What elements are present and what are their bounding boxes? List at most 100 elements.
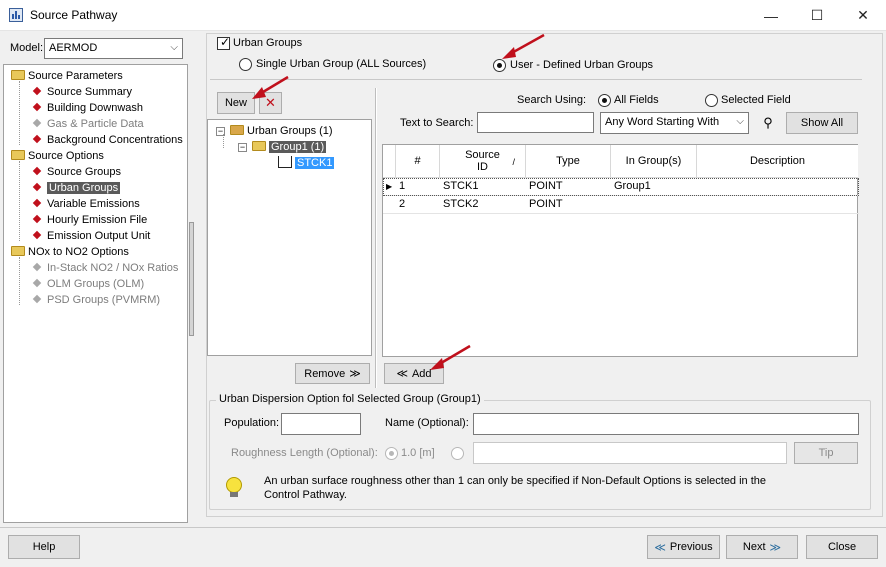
tree-hourly-emission-file[interactable]: Hourly Emission File [32,212,147,228]
folder-open-icon [11,246,25,256]
new-button[interactable]: New [217,92,255,114]
close-button[interactable]: Close [806,535,878,559]
previous-button[interactable]: ≪ Previous [647,535,720,559]
column-header-source-id[interactable]: Source ID / [440,145,526,178]
tree-background-concentrations[interactable]: Background Concentrations [32,132,183,148]
collapse-icon: − [216,126,225,136]
divider [210,79,862,80]
tree-group1[interactable]: − Group1 (1) [238,139,327,155]
collapse-icon: − [238,142,247,152]
selected-field-radio[interactable] [705,94,718,107]
tree-nox-no2-options[interactable]: NOx to NO2 Options [11,244,129,260]
cell-groups [611,196,614,214]
add-button[interactable]: ≪ Add [384,363,444,384]
diamond-icon [32,182,42,192]
tree-gas-particle-data[interactable]: Gas & Particle Data [32,116,144,132]
current-row-icon: ▶ [386,182,393,191]
next-button[interactable]: Next ≫ [726,535,798,559]
help-button[interactable]: Help [8,535,80,559]
lightbulb-base [230,492,238,497]
tree-source-summary[interactable]: Source Summary [32,84,132,100]
column-header-number[interactable]: # [396,145,440,178]
diamond-icon [32,262,42,272]
minimize-button[interactable]: — [748,0,794,31]
model-select[interactable]: AERMOD ⌵ [44,38,183,59]
all-fields-label: All Fields [614,94,659,106]
roughness-default-radio[interactable] [385,447,398,460]
double-chevron-left-icon: ≪ [396,368,408,380]
cell-source-id: STCK2 [443,198,479,210]
column-header-type[interactable]: Type [526,145,611,178]
tree-emission-output-unit[interactable]: Emission Output Unit [32,228,150,244]
cell-type: POINT [529,180,563,192]
column-header-in-groups[interactable]: In Group(s) [611,145,697,178]
diamond-icon [32,230,42,240]
diamond-icon [32,134,42,144]
urban-dispersion-title: Urban Dispersion Option fol Selected Gro… [216,393,484,405]
cell-source-id: STCK1 [443,180,479,192]
close-window-button[interactable]: ✕ [840,0,886,31]
urban-group-tree[interactable]: − Urban Groups (1) − Group1 (1) STCK1 [207,119,372,356]
sources-table[interactable]: # Source ID / Type In Group(s) Descriptio… [382,144,859,357]
stack-icon [278,156,292,168]
selected-field-label: Selected Field [721,94,791,106]
cell-groups: Group1 [614,180,651,192]
tree-stck1[interactable]: STCK1 [278,155,335,171]
tree-source-parameters[interactable]: Source Parameters [11,68,123,84]
vertical-separator [375,88,377,388]
maximize-button[interactable]: ☐ [794,0,840,31]
folder-open-icon [11,70,25,80]
table-row[interactable]: ▶ 1 STCK1 POINT Group1 [383,178,859,196]
folder-open-icon [11,150,25,160]
model-label: Model: [10,42,44,54]
navigation-tree[interactable]: Source Parameters Source Summary Buildin… [3,64,188,523]
check-icon: ✓ [220,35,231,49]
double-chevron-left-icon: ≪ [654,541,666,554]
cell-description [697,196,700,214]
user-defined-groups-label: User - Defined Urban Groups [510,59,654,71]
user-defined-groups-radio[interactable] [493,59,506,72]
diamond-icon [32,214,42,224]
chevron-down-icon: ⌵ [736,116,744,127]
sort-icon: / [512,157,515,167]
delete-icon[interactable]: ✕ [259,92,282,114]
table-row[interactable]: 2 STCK2 POINT [383,196,859,214]
tree-urban-groups[interactable]: Urban Groups [32,180,121,196]
tree-instack-ratios[interactable]: In-Stack NO2 / NOx Ratios [32,260,178,276]
name-input[interactable] [473,413,859,435]
search-input[interactable] [477,112,594,133]
search-mode-select[interactable]: Any Word Starting With ⌵ [600,112,749,134]
info-text-line1: An urban surface roughness other than 1 … [264,475,767,487]
tree-variable-emissions[interactable]: Variable Emissions [32,196,140,212]
roughness-custom-radio[interactable] [451,447,464,460]
binoculars-icon[interactable]: ⚲ [757,113,779,133]
row-indicator-header [383,145,396,178]
diamond-icon [32,278,42,288]
show-all-button[interactable]: Show All [786,112,858,134]
tree-urban-groups-root[interactable]: − Urban Groups (1) [216,123,333,139]
population-input[interactable] [281,413,361,435]
app-icon [9,8,23,22]
tree-olm-groups[interactable]: OLM Groups (OLM) [32,276,144,292]
panel-splitter[interactable] [189,222,194,336]
roughness-input[interactable] [473,442,787,464]
double-chevron-right-icon: ≫ [769,541,782,554]
folder-open-icon [252,141,266,151]
all-fields-radio[interactable] [598,94,611,107]
text-to-search-label: Text to Search: [400,117,474,129]
population-label: Population: [224,417,280,429]
tip-button[interactable]: Tip [794,442,858,464]
urban-groups-checkbox[interactable]: ✓ [217,35,231,50]
cell-number: 2 [399,198,406,210]
urban-groups-label: Urban Groups [233,37,303,49]
single-urban-group-radio[interactable] [239,58,252,71]
tree-source-options[interactable]: Source Options [11,148,104,164]
remove-button[interactable]: Remove ≫ [295,363,370,384]
tree-source-groups[interactable]: Source Groups [32,164,121,180]
tree-building-downwash[interactable]: Building Downwash [32,100,143,116]
model-value: AERMOD [49,42,98,54]
column-header-description[interactable]: Description [697,145,858,178]
lightbulb-icon [226,477,242,493]
folder-icon [230,125,244,135]
tree-psd-groups[interactable]: PSD Groups (PVMRM) [32,292,160,308]
